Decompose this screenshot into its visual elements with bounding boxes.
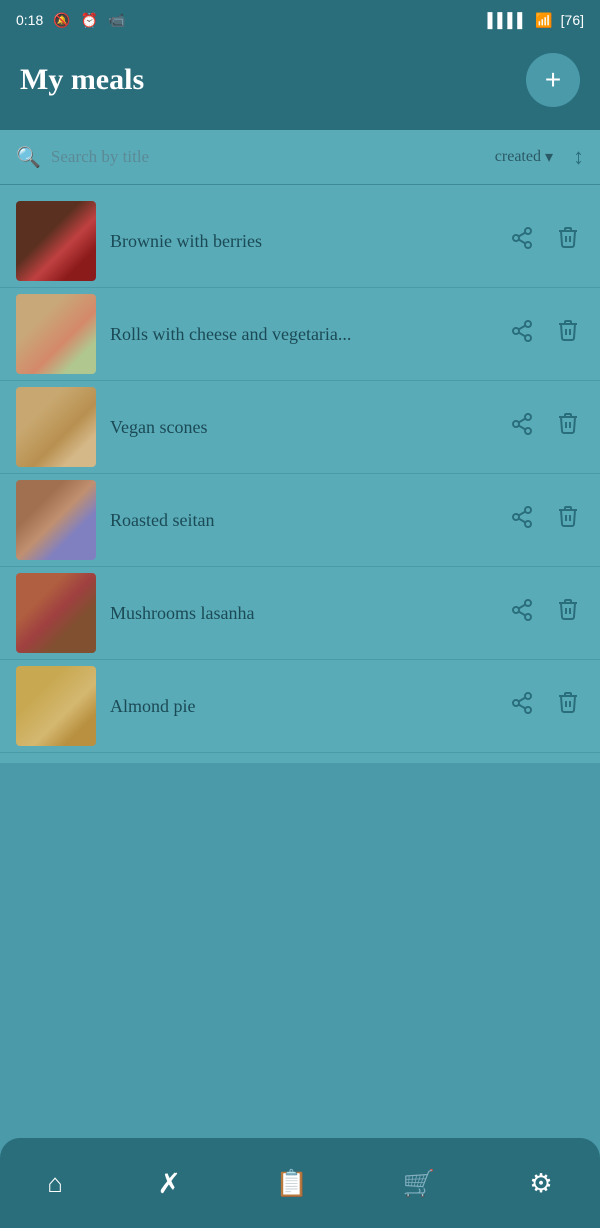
home-icon: ⌂ <box>47 1168 63 1199</box>
notification-icon: 🔕 <box>53 12 70 29</box>
trash-icon <box>556 690 580 716</box>
nav-list[interactable]: 📋 <box>276 1168 308 1199</box>
share-button[interactable] <box>506 594 538 632</box>
list-item[interactable]: Brownie with berries <box>0 195 600 288</box>
meal-actions <box>506 221 584 261</box>
list-item[interactable]: Rolls with cheese and vegetaria... <box>0 288 600 381</box>
list-item[interactable]: Almond pie <box>0 660 600 753</box>
nav-settings[interactable]: ⚙ <box>529 1168 552 1199</box>
battery-icon: [76] <box>561 12 584 28</box>
trash-icon <box>556 318 580 344</box>
page-title: My meals <box>20 63 144 97</box>
trash-icon <box>556 597 580 623</box>
bottom-navigation: ⌂ ✗ 📋 🛒 ⚙ <box>0 1138 600 1228</box>
list-item[interactable]: Mushrooms lasanha <box>0 567 600 660</box>
settings-icon: ⚙ <box>529 1168 552 1199</box>
sort-toggle-icon[interactable]: ↕ <box>573 144 584 170</box>
cutlery-icon: ✗ <box>158 1167 181 1200</box>
nav-cart[interactable]: 🛒 <box>402 1168 434 1199</box>
meal-actions <box>506 500 584 540</box>
video-icon: 📹 <box>108 12 125 29</box>
delete-button[interactable] <box>552 686 584 726</box>
share-icon <box>510 598 534 622</box>
meal-actions <box>506 593 584 633</box>
share-button[interactable] <box>506 222 538 260</box>
meal-thumbnail <box>16 294 96 374</box>
share-icon <box>510 412 534 436</box>
meal-name: Mushrooms lasanha <box>110 603 506 624</box>
delete-button[interactable] <box>552 500 584 540</box>
add-meal-button[interactable]: + <box>526 53 580 107</box>
delete-button[interactable] <box>552 314 584 354</box>
meal-actions <box>506 314 584 354</box>
share-icon <box>510 319 534 343</box>
meal-thumbnail <box>16 201 96 281</box>
trash-icon <box>556 225 580 251</box>
trash-icon <box>556 504 580 530</box>
alarm-icon: ⏰ <box>81 12 98 29</box>
meal-thumbnail <box>16 573 96 653</box>
status-bar: 0:18 🔕 ⏰ 📹 ▌▌▌▌ 📶 [76] <box>0 0 600 40</box>
meal-list: Brownie with berries <box>0 185 600 763</box>
share-button[interactable] <box>506 501 538 539</box>
cart-icon: 🛒 <box>402 1168 434 1199</box>
meal-name: Almond pie <box>110 696 506 717</box>
share-icon <box>510 505 534 529</box>
time-display: 0:18 <box>16 12 43 28</box>
meal-actions <box>506 686 584 726</box>
share-icon <box>510 226 534 250</box>
sort-label[interactable]: created ▾ <box>495 147 553 167</box>
trash-icon <box>556 411 580 437</box>
share-button[interactable] <box>506 687 538 725</box>
delete-button[interactable] <box>552 407 584 447</box>
nav-recipes[interactable]: ✗ <box>158 1167 181 1200</box>
meal-thumbnail <box>16 666 96 746</box>
share-button[interactable] <box>506 315 538 353</box>
delete-button[interactable] <box>552 593 584 633</box>
meal-name: Brownie with berries <box>110 231 506 252</box>
nav-home[interactable]: ⌂ <box>47 1168 63 1199</box>
wifi-icon: 📶 <box>535 12 552 29</box>
delete-button[interactable] <box>552 221 584 261</box>
signal-icon: ▌▌▌▌ <box>488 12 528 28</box>
meal-name: Vegan scones <box>110 417 506 438</box>
share-icon <box>510 691 534 715</box>
meal-name: Rolls with cheese and vegetaria... <box>110 324 506 345</box>
status-left: 0:18 🔕 ⏰ 📹 <box>16 12 126 29</box>
search-icon: 🔍 <box>16 145 41 170</box>
share-button[interactable] <box>506 408 538 446</box>
meal-thumbnail <box>16 387 96 467</box>
list-item[interactable]: Vegan scones <box>0 381 600 474</box>
status-right: ▌▌▌▌ 📶 [76] <box>488 12 584 29</box>
search-input[interactable] <box>51 147 485 167</box>
meal-thumbnail <box>16 480 96 560</box>
list-item[interactable]: Roasted seitan <box>0 474 600 567</box>
meal-name: Roasted seitan <box>110 510 506 531</box>
search-bar: 🔍 created ▾ ↕ <box>0 130 600 185</box>
list-icon: 📋 <box>276 1168 308 1199</box>
header: My meals + <box>0 40 600 130</box>
meal-actions <box>506 407 584 447</box>
